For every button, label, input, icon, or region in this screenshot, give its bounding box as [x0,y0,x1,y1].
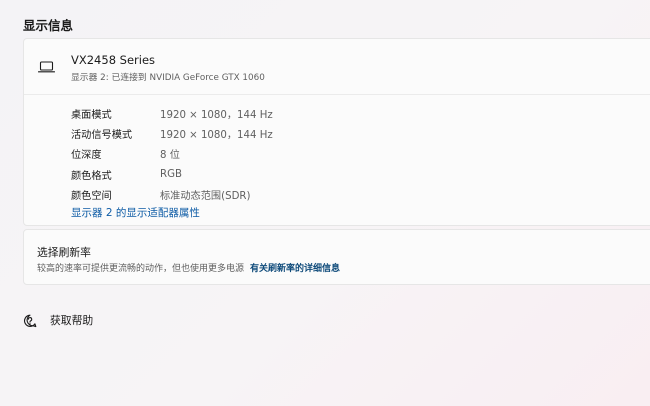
refresh-rate-card: 选择刷新率 较高的速率可提供更流畅的动作，但也使用更多电源 有关刷新率的详细信息 [23,229,650,285]
refresh-rate-info-link[interactable]: 有关刷新率的详细信息 [250,264,340,274]
laptop-monitor-icon [37,58,56,77]
refresh-rate-title: 选择刷新率 [37,246,91,259]
help-icon [23,313,37,328]
property-row: 桌面模式 1920 × 1080，144 Hz [71,103,273,123]
refresh-rate-description: 较高的速率可提供更流畅的动作，但也使用更多电源 [37,264,245,274]
refresh-rate-description-line: 较高的速率可提供更流畅的动作，但也使用更多电源 有关刷新率的详细信息 [37,261,340,274]
property-label: 桌面模式 [71,109,112,121]
property-value: RGB [160,168,182,180]
property-row: 位深度 8 位 [71,144,273,164]
display-name: VX2458 Series [71,53,156,67]
property-value: 8 位 [160,150,180,162]
property-value: 1920 × 1080，144 Hz [160,129,273,141]
property-label: 位深度 [71,150,102,162]
property-row: 颜色格式 RGB [71,164,273,184]
property-value: 1920 × 1080，144 Hz [160,109,273,121]
display-adapter-properties-link[interactable]: 显示器 2 的显示适配器属性 [71,205,200,220]
display-connection-subtitle: 显示器 2: 已连接到 NVIDIA GeForce GTX 1060 [71,73,265,83]
get-help-link[interactable]: 获取帮助 [50,312,93,328]
display-info-card: VX2458 Series 显示器 2: 已连接到 NVIDIA GeForce… [23,38,650,226]
property-row: 活动信号模式 1920 × 1080，144 Hz [71,123,273,143]
display-properties: 桌面模式 1920 × 1080，144 Hz 活动信号模式 1920 × 10… [71,103,273,204]
property-label: 颜色空间 [71,190,112,202]
property-value: 标准动态范围(SDR) [160,190,251,202]
get-help[interactable]: 获取帮助 [23,312,93,328]
section-title: 显示信息 [23,18,74,33]
display-header: VX2458 Series 显示器 2: 已连接到 NVIDIA GeForce… [24,39,650,95]
property-label: 颜色格式 [71,170,112,182]
property-row: 颜色空间 标准动态范围(SDR) [71,184,273,204]
property-label: 活动信号模式 [71,129,133,141]
